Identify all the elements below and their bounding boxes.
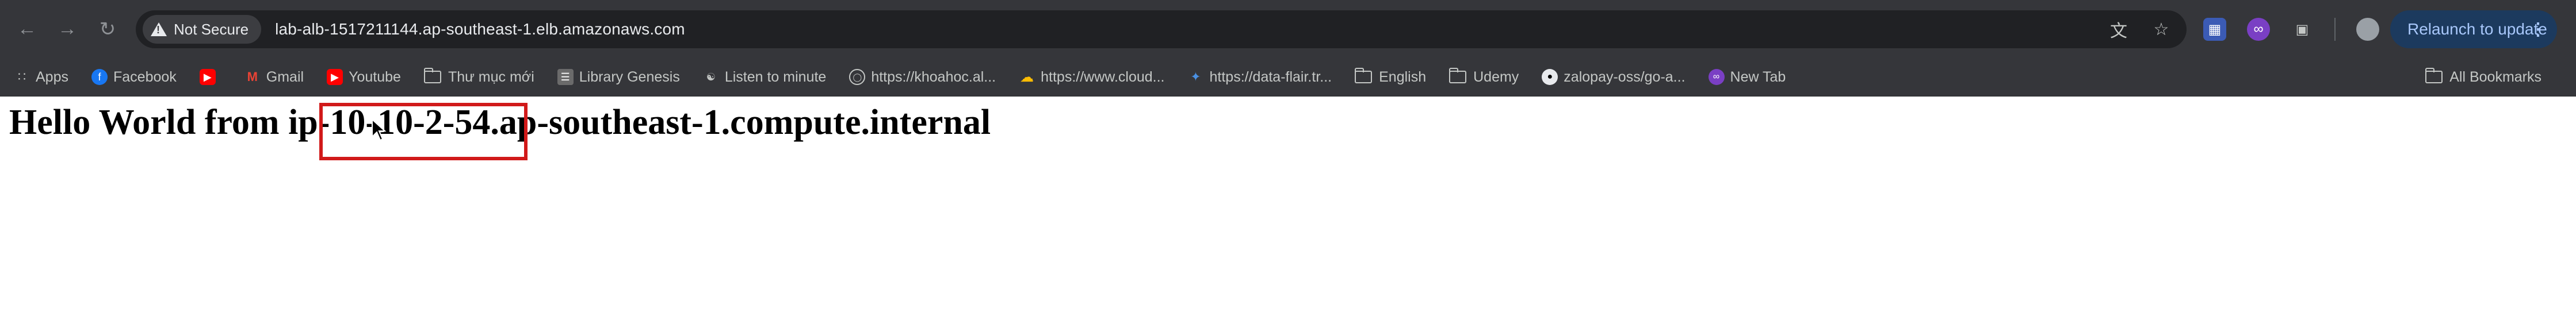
annotation-highlight-box [319,103,528,160]
extension-icon[interactable]: ∞ [2247,18,2270,41]
bookmark-label: Gmail [266,68,304,85]
listen-icon: ☯ [706,71,716,83]
bookmark-listen-to-minute[interactable]: ☯ Listen to minute [697,63,832,91]
bookmark-folder-udemy[interactable]: Udemy [1443,63,1524,91]
address-bar[interactable]: Not Secure lab-alb-1517211144.ap-southea… [136,10,2187,48]
forward-button[interactable]: → [52,14,83,45]
bookmark-star-icon[interactable]: ☆ [2150,20,2173,40]
browser-toolbar: ← → ↻ Not Secure lab-alb-1517211144.ap-s… [0,0,2576,58]
apps-grid-icon: ∷ [18,70,26,84]
reload-button[interactable]: ↻ [92,14,123,45]
more-menu-icon[interactable]: ⋮ [2529,20,2547,40]
bookmark-cloud[interactable]: ☁ https://www.cloud... [1013,63,1170,91]
relaunch-button[interactable]: Relaunch to update ⋮ [2390,10,2557,48]
extension-icon[interactable]: ▦ [2203,18,2226,41]
puzzle-icon[interactable]: ▣ [2291,18,2314,41]
arrow-left-icon: ← [17,18,37,40]
bookmark-facebook[interactable]: f Facebook [86,63,182,91]
omnibox-actions: 文 ☆ [2107,17,2173,42]
toolbar-divider [2334,18,2336,41]
globe-icon: ◯ [849,69,866,85]
dataflair-icon: ✦ [1190,70,1201,84]
bookmark-label: https://www.cloud... [1041,68,1165,85]
arrow-right-icon: → [58,18,77,40]
translate-icon[interactable]: 文 [2107,17,2130,42]
youtube-icon: ▶ [327,69,343,85]
bookmark-apps[interactable]: ∷ Apps [8,63,74,91]
back-button[interactable]: ← [12,14,43,45]
bookmark-label: https://khoahoc.al... [871,68,996,85]
bookmark-khoahoc[interactable]: ◯ https://khoahoc.al... [843,63,1002,91]
gmail-icon: M [247,70,258,84]
bookmark-folder-thu-muc-moi[interactable]: Thư mục mới [418,63,540,91]
not-secure-label: Not Secure [174,20,249,38]
bookmark-label: Facebook [113,68,177,85]
bookmark-gmail[interactable]: M Gmail [239,63,309,91]
folder-icon [1449,68,1467,83]
bookmark-youtube[interactable]: ▶ Youtube [321,63,407,91]
bookmark-folder-english[interactable]: English [1349,63,1432,91]
youtube-icon: ▶ [199,69,216,85]
cloud-icon: ☁ [1020,69,1034,85]
bookmark-label: English [1379,68,1427,85]
extensions-area: ▦ ∞ ▣ [2203,10,2379,48]
folder-icon [1355,68,1373,83]
bookmark-label: New Tab [1730,68,1786,85]
bookmark-data-flair[interactable]: ✦ https://data-flair.tr... [1182,63,1338,91]
bookmark-label: https://data-flair.tr... [1209,68,1332,85]
bookmark-label: Thư mục mới [448,68,534,85]
profile-avatar[interactable] [2356,18,2379,41]
warning-icon [151,22,167,36]
bookmark-label: Library Genesis [579,68,680,85]
url-text[interactable]: lab-alb-1517211144.ap-southeast-1.elb.am… [275,20,685,38]
site-info-chip[interactable]: Not Secure [143,15,262,44]
bookmark-youtube-icon-only[interactable]: ▶ [194,63,227,91]
bookmark-label: Listen to minute [724,68,827,85]
facebook-icon: f [91,69,108,85]
github-icon: ● [1542,69,1558,85]
bookmark-label: zalopay-oss/go-a... [1564,68,1686,85]
extension-icon: ∞ [1708,69,1725,85]
bookmark-new-tab[interactable]: ∞ New Tab [1703,63,1792,91]
relaunch-label: Relaunch to update [2407,20,2547,38]
mouse-cursor-icon [372,118,387,141]
all-bookmarks-label: All Bookmarks [2449,68,2541,85]
bookmark-zalopay-github[interactable]: ● zalopay-oss/go-a... [1536,63,1691,91]
all-bookmarks[interactable]: All Bookmarks [2420,63,2547,91]
reload-icon: ↻ [99,18,116,40]
bookmark-label: Udemy [1473,68,1519,85]
bookmark-library-genesis[interactable]: ☰ Library Genesis [552,63,686,91]
bookmark-label: Youtube [349,68,401,85]
library-icon: ☰ [557,69,574,85]
folder-icon [2425,68,2443,83]
bookmark-label: Apps [36,68,68,85]
bookmarks-bar: ∷ Apps f Facebook ▶ M Gmail ▶ Youtube Th… [0,58,2576,97]
folder-icon [423,68,441,83]
